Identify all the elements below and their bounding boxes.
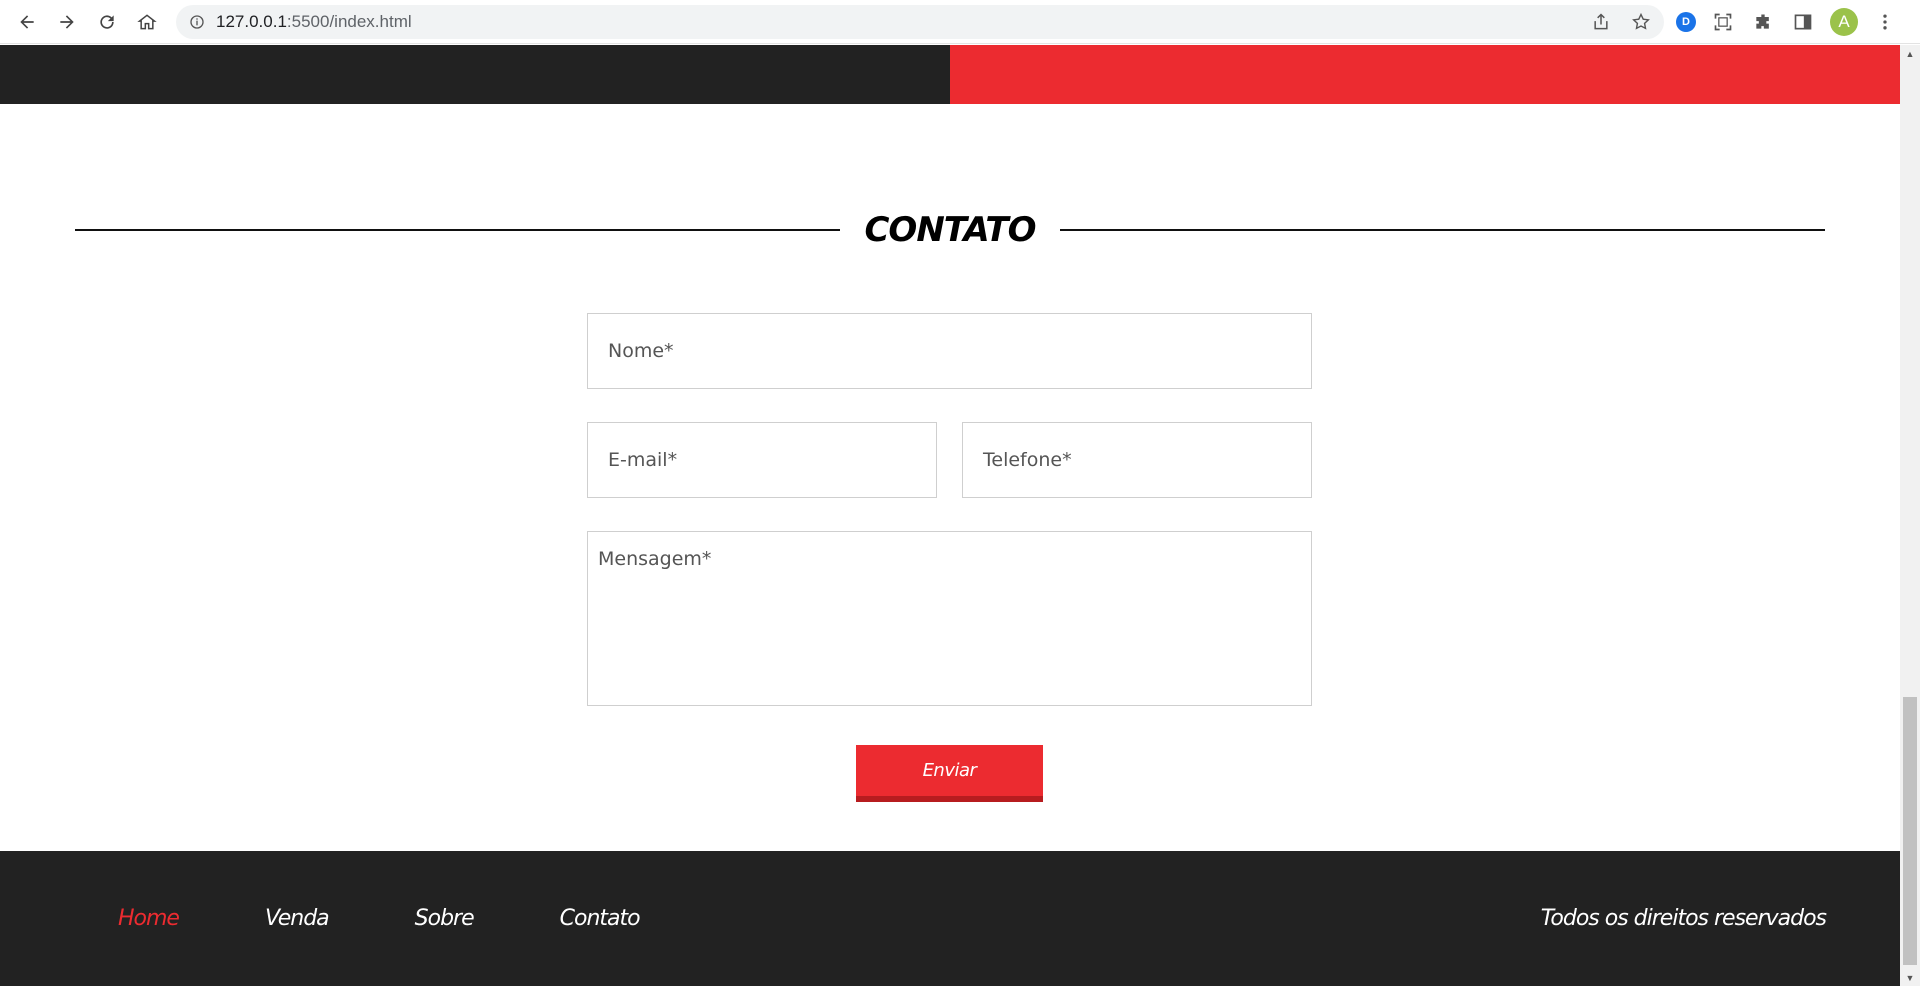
share-icon[interactable] bbox=[1590, 11, 1612, 33]
message-placeholder: Mensagem* bbox=[598, 548, 712, 570]
side-panel-icon[interactable] bbox=[1790, 9, 1816, 35]
site-info-icon[interactable] bbox=[188, 13, 206, 31]
scroll-thumb[interactable] bbox=[1903, 697, 1917, 965]
page-scrollbar[interactable]: ▲ ▼ bbox=[1900, 45, 1920, 986]
footer-nav-home[interactable]: Home bbox=[118, 906, 180, 931]
back-icon[interactable] bbox=[12, 7, 42, 37]
name-placeholder: Nome* bbox=[608, 340, 674, 362]
email-input[interactable]: E-mail* bbox=[587, 422, 937, 498]
scroll-up-arrow-icon[interactable]: ▲ bbox=[1900, 45, 1920, 62]
footer-copyright: Todos os direitos reservados bbox=[1540, 906, 1827, 931]
menu-dots-icon[interactable] bbox=[1872, 9, 1898, 35]
profile-avatar[interactable]: A bbox=[1830, 8, 1858, 36]
url-text: 127.0.0.1:5500/index.html bbox=[216, 12, 412, 32]
bookmark-star-icon[interactable] bbox=[1630, 11, 1652, 33]
hero-band bbox=[0, 45, 1900, 104]
message-textarea[interactable]: Mensagem* bbox=[587, 531, 1312, 706]
footer-nav-sobre[interactable]: Sobre bbox=[415, 906, 475, 931]
url-host: 127.0.0.1 bbox=[216, 12, 287, 31]
home-icon[interactable] bbox=[132, 7, 162, 37]
phone-input[interactable]: Telefone* bbox=[962, 422, 1312, 498]
browser-toolbar: 127.0.0.1:5500/index.html D A bbox=[0, 0, 1920, 44]
scroll-down-arrow-icon[interactable]: ▼ bbox=[1900, 969, 1920, 986]
reload-icon[interactable] bbox=[92, 7, 122, 37]
address-bar[interactable]: 127.0.0.1:5500/index.html bbox=[176, 5, 1664, 39]
email-placeholder: E-mail* bbox=[608, 449, 678, 471]
name-input[interactable]: Nome* bbox=[587, 313, 1312, 389]
forward-icon[interactable] bbox=[52, 7, 82, 37]
extension-icon[interactable]: D bbox=[1676, 12, 1696, 32]
heading-line-right bbox=[1059, 229, 1825, 231]
page-viewport: CONTATO Nome* E-mail* Telefone* Mensagem… bbox=[0, 45, 1900, 986]
extensions-puzzle-icon[interactable] bbox=[1750, 9, 1776, 35]
footer: Home Venda Sobre Contato Todos os direit… bbox=[0, 851, 1900, 986]
footer-nav-contato[interactable]: Contato bbox=[560, 906, 641, 931]
hero-band-dark bbox=[0, 45, 950, 104]
phone-placeholder: Telefone* bbox=[983, 449, 1072, 471]
url-path: :5500/index.html bbox=[286, 12, 412, 31]
footer-nav-venda[interactable]: Venda bbox=[265, 906, 330, 931]
footer-nav: Home Venda Sobre Contato bbox=[118, 851, 726, 986]
contact-section-heading: CONTATO bbox=[75, 205, 1825, 255]
screen-capture-icon[interactable] bbox=[1710, 9, 1736, 35]
heading-line-left bbox=[75, 229, 841, 231]
send-button[interactable]: Enviar bbox=[856, 745, 1043, 802]
section-title: CONTATO bbox=[864, 210, 1036, 250]
hero-band-red bbox=[950, 45, 1900, 104]
